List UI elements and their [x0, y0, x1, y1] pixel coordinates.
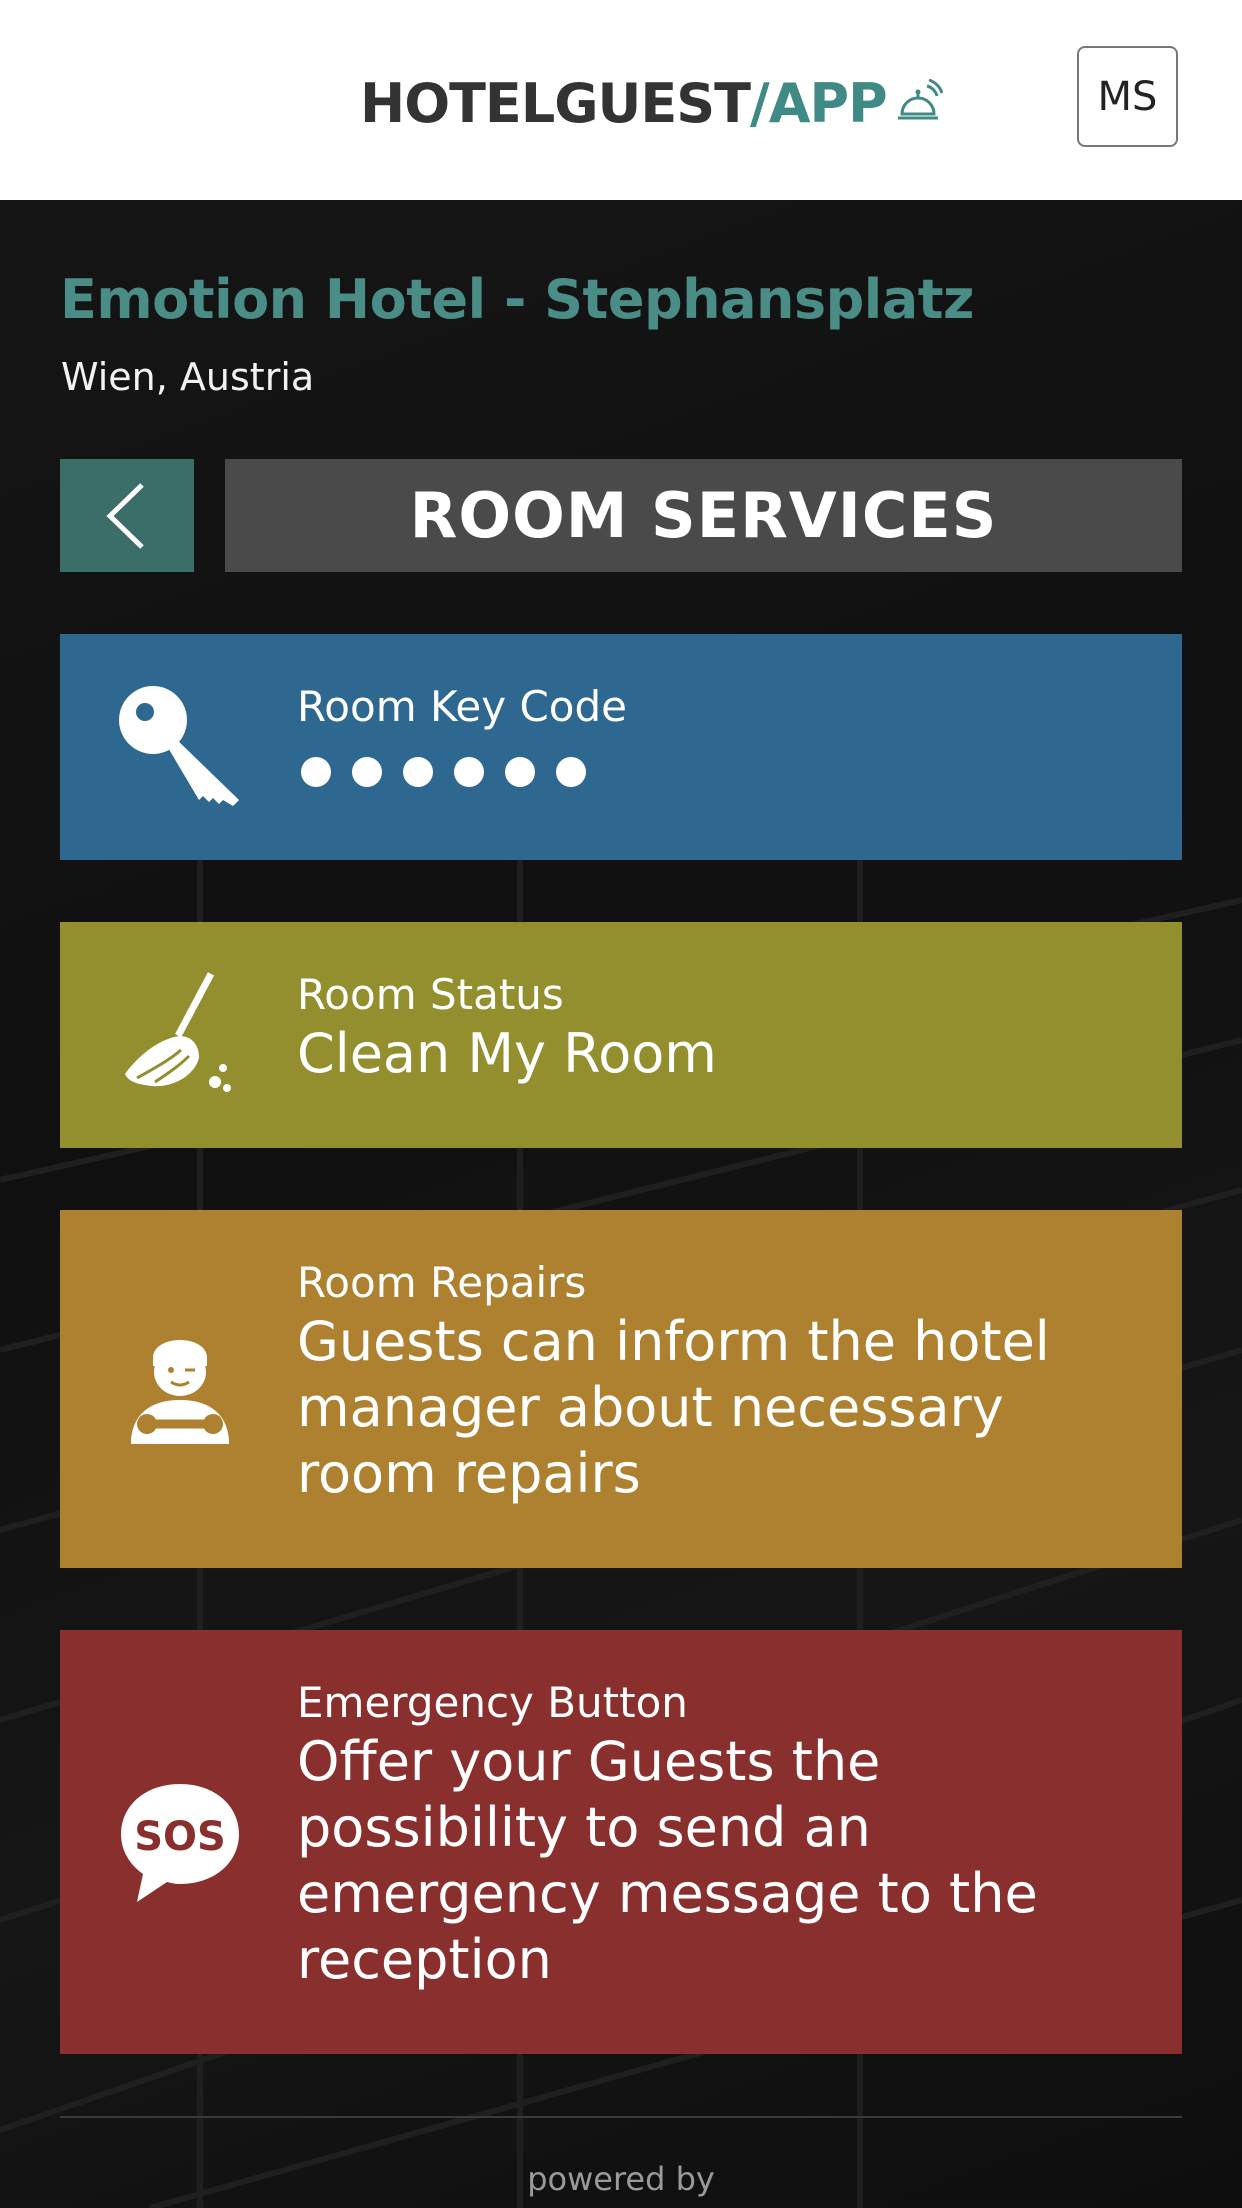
- room-key-code-card[interactable]: Room Key Code: [60, 634, 1182, 860]
- page-title: ROOM SERVICES: [225, 459, 1182, 572]
- app-header: HOTELGUEST/APP MS: [0, 0, 1242, 200]
- masked-digit: [301, 757, 331, 787]
- emergency-button-card[interactable]: SOS Emergency Button Offer your Guests t…: [60, 1630, 1182, 2054]
- masked-digit: [403, 757, 433, 787]
- card-label-room-status: Room Status: [297, 970, 564, 1019]
- hotel-location: Wien, Austria: [61, 355, 315, 399]
- masked-digit: [505, 757, 535, 787]
- powered-by-text: powered by: [527, 2160, 715, 2198]
- masked-digit: [454, 757, 484, 787]
- emergency-description: Offer your Guests the possibility to sen…: [297, 1730, 1038, 1991]
- room-status-value: Clean My Room: [297, 1022, 717, 1085]
- sos-icon: SOS: [115, 1778, 245, 1908]
- masked-digit: [352, 757, 382, 787]
- broom-icon: [115, 970, 245, 1100]
- svg-text:SOS: SOS: [134, 1814, 226, 1860]
- logo-text-app: /APP: [750, 71, 888, 135]
- footer-divider: [60, 2116, 1182, 2118]
- masked-key-code: [301, 757, 1142, 787]
- hotel-name: Emotion Hotel - Stephansplatz: [60, 268, 974, 331]
- card-label-room-key: Room Key Code: [297, 682, 627, 731]
- repairman-icon: [115, 1324, 245, 1454]
- masked-digit: [556, 757, 586, 787]
- back-button[interactable]: [60, 459, 194, 572]
- room-repairs-card[interactable]: Room Repairs Guests can inform the hotel…: [60, 1210, 1182, 1568]
- room-status-card[interactable]: Room Status Clean My Room: [60, 922, 1182, 1148]
- main-content: Emotion Hotel - Stephansplatz Wien, Aust…: [0, 200, 1242, 2208]
- service-bell-icon: [897, 78, 943, 120]
- card-label-emergency: Emergency Button: [297, 1678, 688, 1727]
- card-label-room-repairs: Room Repairs: [297, 1258, 587, 1307]
- key-icon: [115, 682, 245, 812]
- logo-text-hotelguest: HOTELGUEST: [360, 71, 751, 135]
- user-avatar-button[interactable]: MS: [1077, 46, 1178, 147]
- chevron-left-icon: [106, 482, 144, 549]
- app-logo[interactable]: HOTELGUEST/APP: [360, 68, 943, 138]
- room-repairs-description: Guests can inform the hotel manager abou…: [297, 1310, 1050, 1505]
